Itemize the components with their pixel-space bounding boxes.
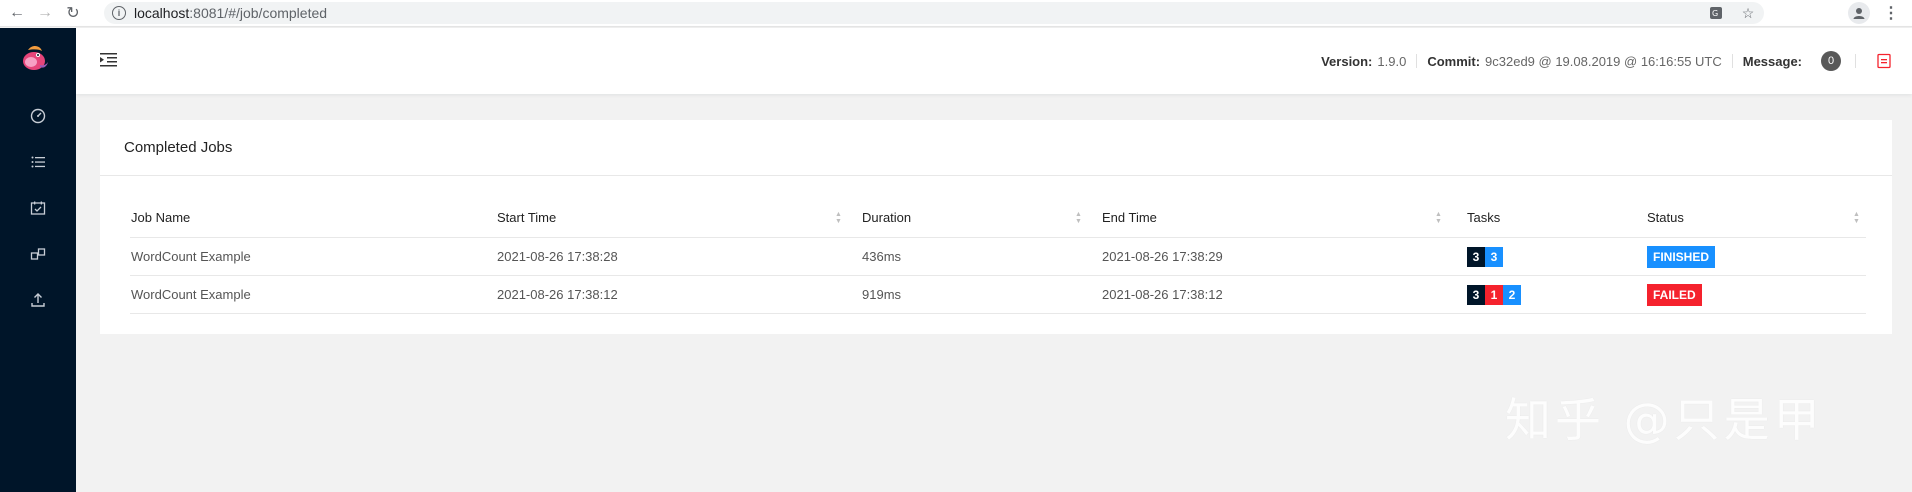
task-count-failed: 1 (1485, 284, 1503, 305)
browser-toolbar: ← → ↻ i localhost:8081/#/job/completed G… (0, 0, 1912, 27)
url-path: :8081/#/job/completed (189, 5, 328, 21)
sort-icon[interactable]: ▲ ▼ (835, 198, 842, 237)
tasks-cell: 3 3 (1467, 238, 1503, 275)
header-info: Version: 1.9.0 Commit: 9c32ed9 @ 19.08.2… (1321, 28, 1892, 94)
task-count-finished: 2 (1503, 284, 1521, 305)
watermark: 知乎 @只是甲 (1505, 393, 1824, 447)
info-icon[interactable]: i (112, 6, 126, 20)
cluster-icon (30, 248, 46, 260)
translate-icon[interactable]: G (1700, 2, 1732, 24)
column-header-end-time[interactable]: End Time (1102, 198, 1157, 237)
dashboard-icon (30, 108, 46, 124)
top-header: Version: 1.9.0 Commit: 9c32ed9 @ 19.08.2… (76, 28, 1912, 94)
start-time-cell: 2021-08-26 17:38:28 (497, 249, 618, 264)
sidebar-item-task-managers[interactable] (0, 188, 76, 228)
sidebar (0, 28, 76, 492)
list-icon (31, 156, 45, 168)
column-header-job-name[interactable]: Job Name (131, 198, 190, 237)
version-label: Version: (1321, 53, 1373, 69)
status-badge: FAILED (1647, 283, 1702, 306)
sidebar-item-overview[interactable] (0, 96, 76, 136)
sort-icon[interactable]: ▲ ▼ (1435, 198, 1442, 237)
tasks-cell: 3 1 2 (1467, 276, 1521, 313)
jobs-table: Job Name Start Time ▲ ▼ Duration ▲ ▼ End T… (130, 198, 1866, 314)
commit-label: Commit: (1427, 53, 1481, 69)
task-count-total: 3 (1467, 246, 1485, 267)
task-count-finished: 3 (1485, 246, 1503, 267)
message-count-badge[interactable]: 0 (1821, 51, 1841, 71)
sidebar-item-jobs[interactable] (0, 142, 76, 182)
column-header-tasks: Tasks (1467, 210, 1501, 225)
divider (1416, 54, 1418, 68)
bookmark-star-icon[interactable]: ☆ (1732, 2, 1764, 24)
browser-menu-icon[interactable]: ⋮ (1880, 2, 1902, 24)
address-bar[interactable]: i localhost:8081/#/job/completed G ☆ (104, 2, 1764, 24)
divider (1855, 54, 1856, 68)
sidebar-item-job-manager[interactable] (0, 234, 76, 274)
upload-icon (31, 293, 45, 307)
completed-jobs-card: Completed Jobs Job Name Start Time ▲ ▼ Du… (100, 120, 1892, 334)
schedule-icon (30, 201, 46, 215)
svg-text:G: G (1712, 9, 1718, 18)
back-icon[interactable]: ← (6, 2, 28, 24)
task-status-badges: 3 1 2 (1467, 284, 1521, 305)
forward-icon[interactable]: → (34, 2, 56, 24)
column-header-duration[interactable]: Duration (862, 198, 911, 237)
table-header-row: Job Name Start Time ▲ ▼ Duration ▲ ▼ End T… (130, 198, 1866, 238)
reload-icon[interactable]: ↻ (62, 2, 84, 24)
table-row[interactable]: WordCount Example 2021-08-26 17:38:12 91… (130, 276, 1866, 314)
table-row[interactable]: WordCount Example 2021-08-26 17:38:28 43… (130, 238, 1866, 276)
status-badge: FINISHED (1647, 245, 1716, 268)
task-status-badges: 3 3 (1467, 246, 1503, 267)
task-count-total: 3 (1467, 284, 1485, 305)
menu-fold-icon[interactable] (100, 52, 118, 68)
end-time-cell: 2021-08-26 17:38:12 (1102, 287, 1223, 302)
commit-value: 9c32ed9 @ 19.08.2019 @ 16:16:55 UTC (1485, 53, 1722, 69)
error-log-icon[interactable] (1876, 53, 1892, 69)
job-name-cell: WordCount Example (131, 287, 251, 302)
column-header-status[interactable]: Status (1647, 198, 1684, 237)
url-host: localhost (134, 5, 190, 21)
sort-icon[interactable]: ▲ ▼ (1853, 198, 1860, 237)
sidebar-item-submit-job[interactable] (0, 280, 76, 320)
sort-icon[interactable]: ▲ ▼ (1075, 198, 1082, 237)
profile-avatar-icon[interactable] (1848, 2, 1870, 24)
divider (1731, 54, 1733, 68)
flink-logo[interactable] (18, 42, 50, 74)
start-time-cell: 2021-08-26 17:38:12 (497, 287, 618, 302)
duration-cell: 436ms (862, 249, 902, 264)
card-title: Completed Jobs (100, 120, 1892, 176)
status-cell: FINISHED (1647, 238, 1716, 275)
version-value: 1.9.0 (1377, 53, 1407, 69)
duration-cell: 919ms (862, 287, 902, 302)
status-cell: FAILED (1647, 276, 1702, 313)
job-name-cell: WordCount Example (131, 249, 251, 264)
message-label: Message: (1742, 53, 1802, 69)
column-header-start-time[interactable]: Start Time (497, 198, 556, 237)
end-time-cell: 2021-08-26 17:38:29 (1102, 249, 1223, 264)
